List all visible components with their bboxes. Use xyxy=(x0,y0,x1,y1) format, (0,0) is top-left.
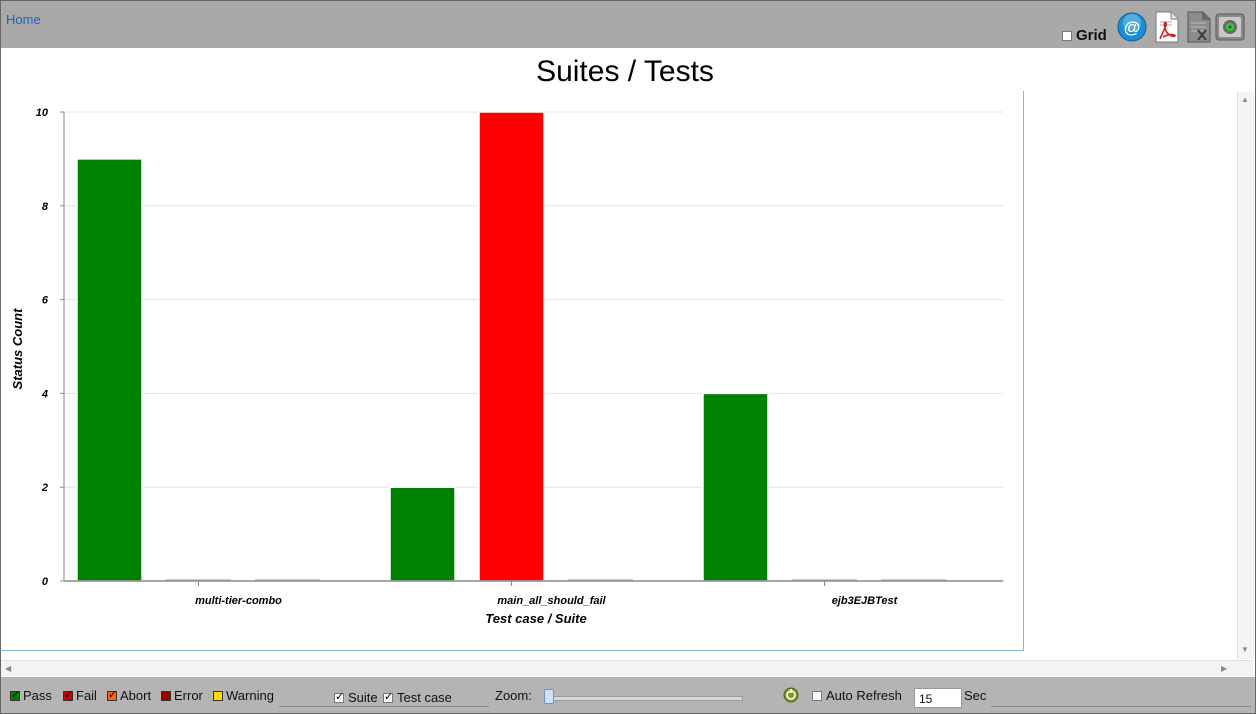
suite-label: Suite xyxy=(348,690,378,705)
zoom-slider-thumb[interactable] xyxy=(544,689,554,704)
bar-chart: 0 2 4 6 8 10 multi-tier-combo main_all_should_f… xyxy=(10,107,1003,626)
auto-refresh-label: Auto Refresh xyxy=(826,688,902,703)
top-toolbar: Home Grid @ xyxy=(1,1,1255,48)
bar-pass[interactable] xyxy=(76,158,143,582)
legend-fail-label: Fail xyxy=(76,688,97,703)
svg-text:@: @ xyxy=(1124,18,1141,37)
scroll-down-icon[interactable]: ▼ xyxy=(1241,645,1249,654)
legend-error[interactable]: Error xyxy=(161,688,203,703)
excel-export-icon[interactable] xyxy=(1186,11,1216,43)
settings-disk-icon[interactable] xyxy=(1215,11,1245,43)
scroll-right-icon[interactable]: ▶ xyxy=(1221,664,1227,673)
home-link[interactable]: Home xyxy=(6,12,41,27)
grid-checkbox[interactable] xyxy=(1062,30,1072,41)
zoom-label: Zoom: xyxy=(495,688,532,703)
bar-pass[interactable] xyxy=(389,486,456,582)
pass-checkbox[interactable] xyxy=(10,688,20,701)
legend-abort[interactable]: Abort xyxy=(107,688,151,703)
legend-warning-label: Warning xyxy=(226,688,274,703)
refresh-unit-label: Sec xyxy=(964,688,987,703)
separator xyxy=(279,706,489,707)
testcase-checkbox[interactable] xyxy=(383,690,393,703)
separator xyxy=(991,706,1251,707)
vertical-scrollbar[interactable]: ▲ ▼ xyxy=(1237,92,1254,659)
y-tick-label: 10 xyxy=(36,107,49,119)
legend-pass[interactable]: Pass xyxy=(10,688,52,703)
suite-checkbox[interactable] xyxy=(334,690,344,703)
legend-fail[interactable]: Fail xyxy=(63,688,97,703)
scroll-left-icon[interactable]: ◀ xyxy=(5,664,11,673)
bottom-toolbar: Pass Fail Abort Error Warning Suite Test… xyxy=(1,677,1255,713)
legend-abort-label: Abort xyxy=(120,688,152,703)
bar-fail[interactable] xyxy=(478,111,545,582)
x-tick-label: main_all_should_fail xyxy=(497,595,606,607)
chart-title: Suites / Tests xyxy=(536,55,714,88)
y-tick-label: 6 xyxy=(42,295,49,307)
zoom-slider-track[interactable] xyxy=(544,696,743,701)
refresh-interval-input[interactable]: 15 xyxy=(914,688,962,708)
abort-checkbox[interactable] xyxy=(107,688,117,701)
grid-label: Grid xyxy=(1076,27,1107,44)
refresh-icon[interactable] xyxy=(783,687,799,703)
legend-pass-label: Pass xyxy=(23,688,52,703)
y-tick-label: 4 xyxy=(41,388,48,400)
y-axis-title: Status Count xyxy=(10,308,25,390)
y-tick-label: 0 xyxy=(42,576,49,588)
auto-refresh-toggle[interactable]: Auto Refresh xyxy=(812,688,902,703)
horizontal-scrollbar[interactable]: ◀ ▶ xyxy=(1,660,1253,676)
grid-toggle[interactable]: Grid xyxy=(1062,27,1107,44)
legend-error-label: Error xyxy=(174,688,203,703)
y-tick-label: 2 xyxy=(41,482,48,494)
email-icon[interactable]: @ xyxy=(1117,11,1147,43)
y-tick-label: 8 xyxy=(42,201,49,213)
fail-checkbox[interactable] xyxy=(63,688,73,701)
bar-pass[interactable] xyxy=(702,392,769,582)
suite-toggle[interactable]: Suite xyxy=(334,690,378,705)
legend-warning[interactable]: Warning xyxy=(213,688,274,703)
auto-refresh-checkbox[interactable] xyxy=(812,690,822,701)
testcase-toggle[interactable]: Test case xyxy=(383,690,452,705)
x-tick-label: ejb3EJBTest xyxy=(832,595,899,607)
x-axis-title: Test case / Suite xyxy=(485,611,586,626)
testcase-label: Test case xyxy=(397,690,452,705)
x-tick-label: multi-tier-combo xyxy=(195,595,282,607)
error-checkbox[interactable] xyxy=(161,690,171,701)
pdf-export-icon[interactable] xyxy=(1154,11,1184,43)
scroll-up-icon[interactable]: ▲ xyxy=(1241,95,1249,104)
warning-checkbox[interactable] xyxy=(213,690,223,701)
